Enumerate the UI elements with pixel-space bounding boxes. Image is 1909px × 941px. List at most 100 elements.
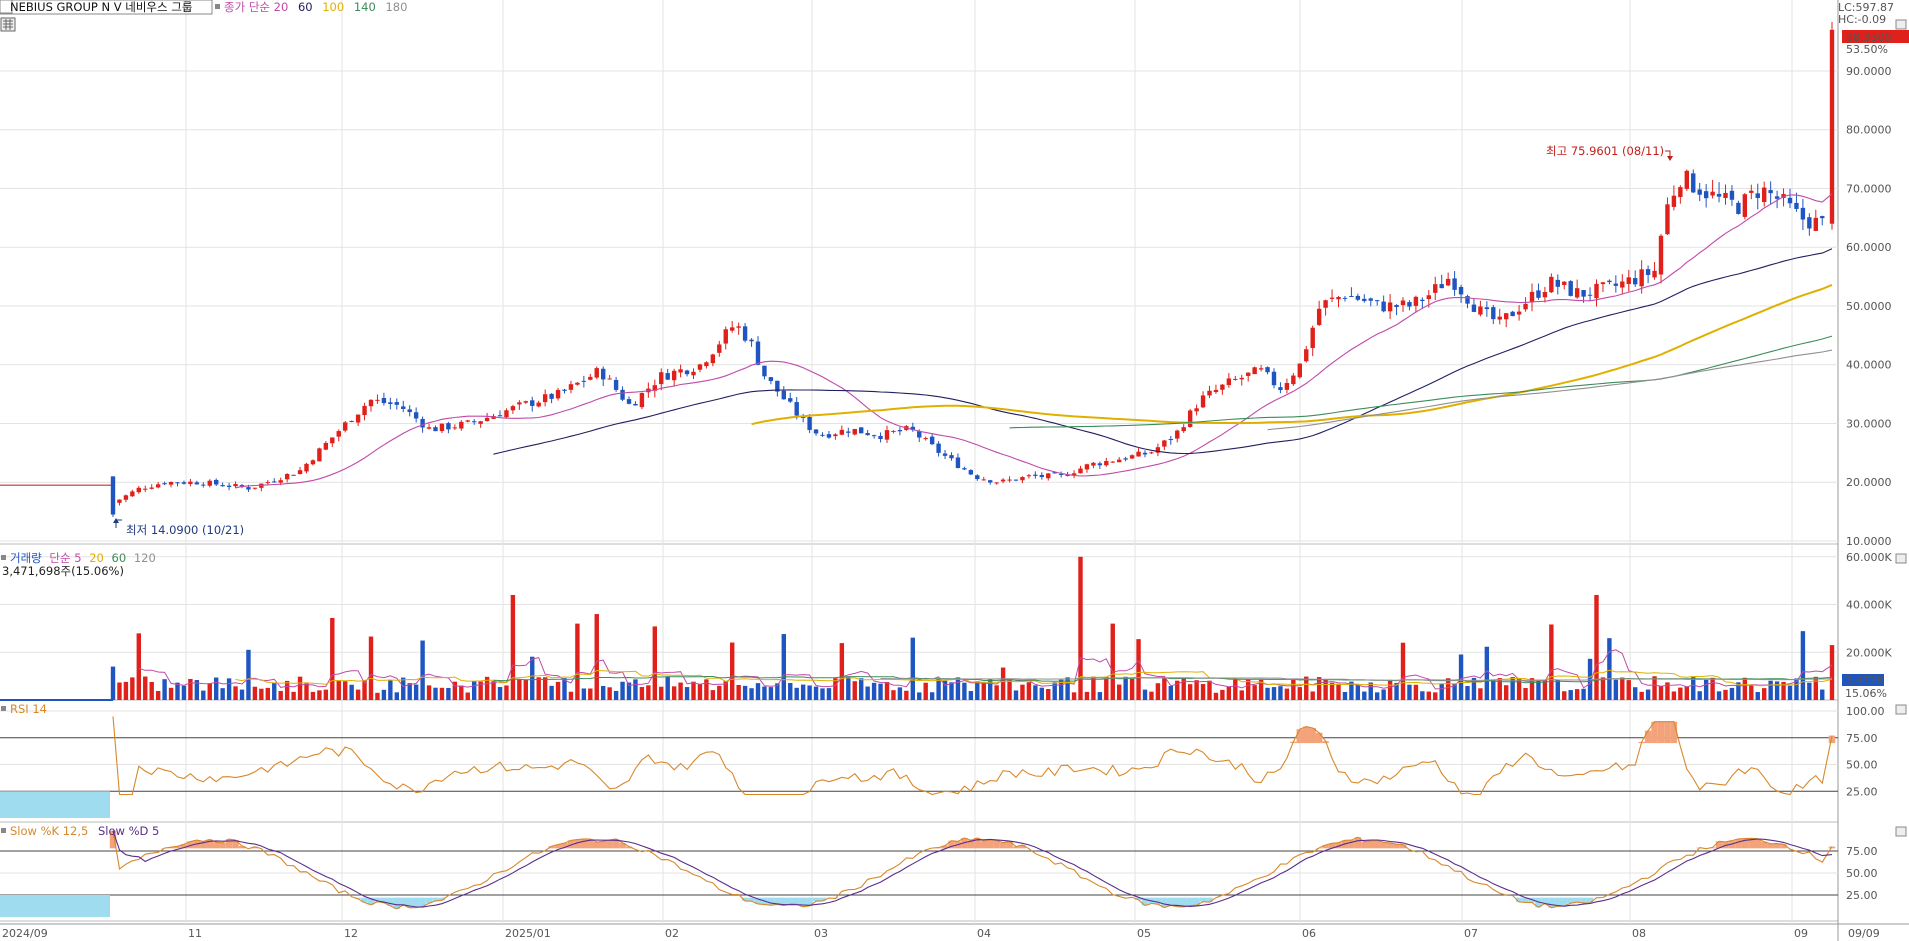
volume-bar — [749, 688, 754, 700]
volume-bar — [523, 679, 528, 700]
candle-body — [1716, 193, 1722, 197]
candle-body — [252, 487, 258, 489]
candle-body — [975, 475, 980, 480]
symbol-label: NEBIUS GROUP N V 네비우스 그룹 — [10, 0, 192, 14]
candle-body — [1794, 202, 1799, 209]
volume-bar — [536, 677, 541, 700]
volume-bar — [1207, 680, 1212, 700]
volume-bar — [781, 634, 786, 700]
candle-body — [1265, 367, 1270, 373]
candle-body — [923, 438, 928, 440]
candle-body — [1355, 295, 1361, 300]
volume-bar — [1123, 676, 1128, 700]
candle-body — [1504, 313, 1509, 320]
volume-bar — [1020, 684, 1025, 700]
panel-options-icon — [1895, 19, 1907, 30]
candle-body — [175, 482, 180, 484]
volume-bar — [439, 687, 445, 700]
volume-bar — [349, 684, 354, 700]
volume-bar — [1271, 687, 1277, 700]
candle-body — [1587, 294, 1593, 296]
volume-bar — [697, 684, 703, 700]
volume-bar — [1007, 679, 1012, 700]
volume-bar — [665, 676, 670, 700]
candle-body — [472, 421, 477, 423]
candle-body — [1633, 278, 1638, 285]
volume-bar — [1645, 689, 1651, 700]
candle-body — [710, 354, 716, 364]
volume-bar — [304, 683, 309, 700]
volume-bar — [755, 683, 761, 700]
volume-panel — [0, 556, 1835, 701]
candle-body — [1433, 284, 1438, 293]
volume-bar — [1445, 678, 1451, 700]
volume-bar — [1413, 684, 1419, 700]
volume-bar — [278, 690, 283, 700]
candle-body — [1594, 283, 1599, 299]
candle-body — [1574, 288, 1580, 298]
volume-bar — [497, 687, 503, 700]
volume-bar — [1420, 691, 1425, 700]
volume-bar — [355, 689, 361, 700]
volume-bar — [588, 688, 593, 700]
candle-body — [1529, 291, 1535, 303]
volume-bar — [336, 680, 341, 700]
price-tick-label: 30.0000 — [1846, 417, 1892, 430]
volume-bar — [846, 676, 851, 700]
volume-bar — [510, 594, 516, 700]
candle-body — [704, 362, 709, 367]
volume-bar — [762, 686, 767, 700]
x-tick-label: 2025/01 — [505, 927, 551, 940]
candle-body — [691, 371, 696, 376]
volume-bar — [1787, 685, 1793, 700]
candle-body — [484, 417, 490, 422]
candle-body — [1323, 300, 1328, 308]
candle-body — [1510, 311, 1515, 317]
volume-bar — [1555, 679, 1560, 700]
rsi-tick-label: 100.00 — [1846, 705, 1885, 718]
candle-body — [1562, 281, 1567, 285]
volume-bar — [343, 681, 348, 700]
candle-body — [1762, 187, 1767, 203]
candle-body — [1136, 451, 1141, 457]
volume-bar — [1381, 689, 1386, 700]
ma-legend: 종가 단순 20 60 100 140 180 — [224, 0, 407, 14]
volume-bar — [884, 682, 890, 700]
price-tick-label: 90.0000 — [1846, 65, 1892, 78]
candle-body — [336, 431, 341, 437]
volume-bar — [549, 685, 554, 700]
candle-body — [833, 434, 838, 437]
candle-body — [549, 393, 554, 399]
candle-body — [1046, 473, 1051, 479]
candle-body — [1697, 189, 1702, 195]
candle-body — [1142, 452, 1148, 455]
candle-body — [1239, 377, 1244, 380]
stoch-tick-label: 50.00 — [1846, 867, 1878, 880]
candle-body — [762, 365, 767, 377]
candle-body — [588, 376, 593, 380]
candle-body — [194, 482, 200, 485]
volume-info: 3,471,698주(15.06%) — [2, 564, 124, 578]
candle-body — [1665, 204, 1670, 235]
volume-bar — [214, 677, 219, 700]
volume-tick-label: 20.000K — [1846, 646, 1892, 659]
candle-body — [1104, 461, 1109, 466]
rsi-line — [112, 716, 1833, 796]
volume-bar — [1329, 682, 1335, 700]
candle-body — [226, 485, 232, 487]
volume-ma5-line — [138, 649, 1833, 690]
candle-body — [304, 463, 309, 472]
candle-body — [755, 341, 761, 365]
volume-bar — [426, 685, 432, 700]
ma20-line — [235, 193, 1833, 489]
candle-body — [659, 372, 664, 385]
volume-bar — [284, 680, 290, 700]
rsi-legend: RSI 14 — [10, 702, 47, 716]
candle-body — [542, 394, 548, 403]
candle-body — [1110, 461, 1115, 463]
volume-bar — [465, 692, 470, 700]
stock-chart[interactable]: 90.0000 80.0000 70.0000 60.0000 50.0000 40.00… — [0, 0, 1909, 941]
candle-body — [214, 479, 219, 485]
x-tick-label: 09/09 — [1848, 927, 1880, 940]
volume-bar — [1155, 683, 1161, 700]
